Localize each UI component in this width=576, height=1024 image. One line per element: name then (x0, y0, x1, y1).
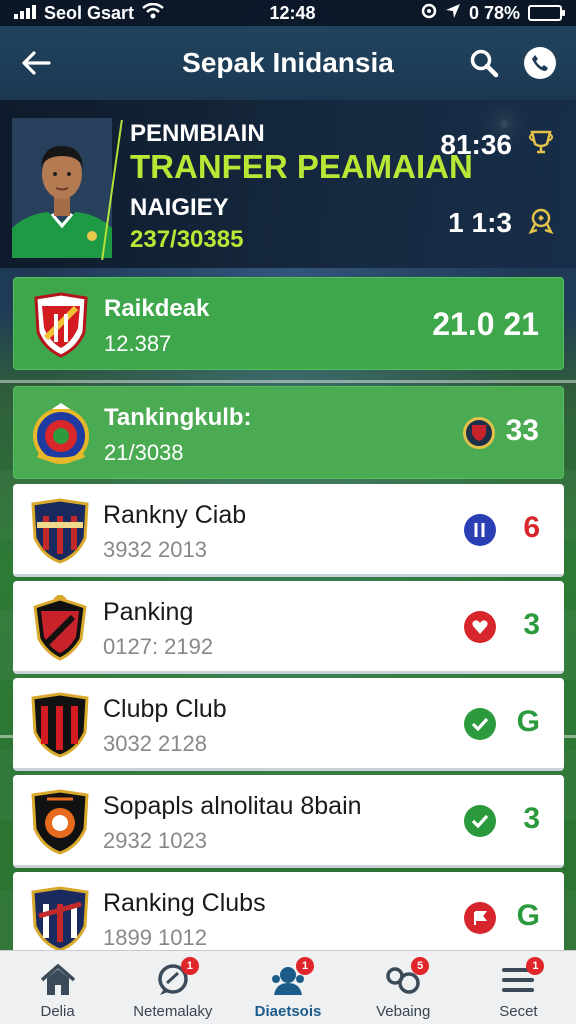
club-rank-change: G (516, 705, 540, 738)
club-stat: 21/3038 (104, 440, 184, 465)
rank-badge-icon (464, 514, 496, 546)
notification-badge: 1 (526, 957, 545, 975)
hero-stat-2-value: 1 1:3 (448, 206, 512, 238)
nav-label: Vebaing (376, 1003, 431, 1020)
club-stat: 12.387 (104, 331, 172, 356)
club-row-3[interactable]: Rankny Ciab 3932 2013 6 (13, 484, 564, 577)
arrow-left-icon (22, 51, 51, 75)
check-badge-icon (464, 805, 496, 837)
club-row-5[interactable]: Clubp Club 3032 2128 G (13, 678, 564, 771)
wifi-icon (142, 2, 164, 24)
team-icon: 1 (268, 957, 314, 997)
club-rank-change: 6 (523, 511, 540, 544)
player-photo (12, 118, 112, 258)
medal-icon (526, 204, 556, 241)
chat-icon: 1 (153, 957, 199, 997)
search-button[interactable] (464, 43, 504, 83)
signal-icon (14, 3, 36, 24)
search-icon (470, 49, 499, 78)
club-row-4[interactable]: Panking 0127: 2192 3 (13, 581, 564, 674)
club-stat: 1899 1012 (103, 925, 207, 950)
player-name: NAIGIEY (130, 194, 229, 221)
battery-icon (527, 5, 565, 21)
club-stat: 3032 2128 (103, 731, 207, 756)
nav-messages[interactable]: 1 Netemalaky (115, 951, 230, 1024)
hero-stat-1: 81:36 (440, 126, 556, 163)
notification-badge: 1 (296, 957, 314, 975)
club-name: Clubp Club (103, 695, 227, 723)
location-icon (445, 3, 461, 24)
club-name: Sopapls alnolitau 8bain (103, 792, 362, 820)
status-bar: Seol Gsart 12:48 0 78% (0, 0, 576, 26)
club-stat: 0127: 2192 (103, 634, 214, 659)
sync-icon (421, 3, 437, 24)
club-name: Tankingkulb: (104, 404, 252, 431)
home-icon (38, 963, 78, 997)
nav-label: Secet (499, 1003, 538, 1020)
hero-title-line-2: TRANFER PEAMAIAN (130, 148, 473, 185)
phone-icon (524, 47, 556, 79)
club-row-1[interactable]: Raikdeak 12.387 21.0 21 (13, 277, 564, 370)
nav-team[interactable]: 1 Diaetsois (230, 951, 345, 1024)
club-crest-icon (31, 886, 89, 952)
club-score: 21.0 21 (432, 306, 539, 342)
club-row-2[interactable]: Tankingkulb: 21/3038 33 (13, 386, 564, 479)
nav-home[interactable]: Delia (0, 951, 115, 1024)
club-name: Raikdeak (104, 295, 210, 322)
nav-label: Delia (40, 1003, 75, 1020)
heart-badge-icon (464, 611, 496, 643)
team-badge-icon (463, 417, 495, 449)
club-crest-icon (31, 692, 89, 758)
club-rank-change: 3 (523, 802, 540, 835)
nav-transfer[interactable]: 5 Vebaing (346, 951, 461, 1024)
call-button[interactable] (520, 43, 560, 83)
club-crest-icon (31, 789, 89, 855)
club-crest-icon (32, 292, 90, 358)
carrier-name: Seol Gsart (44, 2, 135, 23)
club-rank-change: 3 (523, 608, 540, 641)
featured-transfer-card[interactable]: PENMBIAIN TRANFER PEAMAIAN NAIGIEY 237/3… (0, 100, 576, 268)
club-row-6[interactable]: Sopapls alnolitau 8bain 2932 1023 3 (13, 775, 564, 868)
hero-stat-2: 1 1:3 (448, 204, 556, 241)
back-button[interactable] (16, 43, 56, 83)
transfer-date: 237/30385 (130, 226, 244, 253)
club-rank-change: 33 (505, 414, 539, 447)
club-crest-icon (31, 498, 89, 564)
club-stat: 2932 1023 (103, 828, 207, 853)
status-time: 12:48 (269, 2, 316, 23)
nav-label: Diaetsois (254, 1003, 322, 1020)
club-crest-icon (32, 401, 90, 467)
menu-icon: 1 (498, 957, 545, 997)
club-rank-change: G (516, 899, 540, 932)
flag-badge-icon (464, 902, 496, 934)
notification-badge: 1 (180, 957, 199, 975)
club-stat: 3932 2013 (103, 537, 207, 562)
hero-title-line-1: PENMBIAIN (130, 120, 265, 147)
bottom-navigation: Delia 1 Netemalaky 1 Diaetsois 5 Vebaing… (0, 950, 576, 1024)
battery-percent: 0 78% (468, 2, 520, 23)
transfer-icon: 5 (383, 957, 430, 997)
nav-menu[interactable]: 1 Secet (461, 951, 576, 1024)
nav-label: Netemalaky (133, 1003, 213, 1020)
club-name: Ranking Clubs (103, 889, 266, 917)
check-badge-icon (464, 708, 496, 740)
trophy-icon (526, 126, 556, 163)
app-header: Sepak Inidansia (0, 26, 576, 100)
club-name: Rankny Ciab (103, 501, 247, 529)
club-name: Panking (103, 598, 194, 626)
club-crest-icon (31, 593, 89, 661)
notification-badge: 5 (411, 957, 430, 975)
hero-stat-1-value: 81:36 (440, 128, 512, 160)
